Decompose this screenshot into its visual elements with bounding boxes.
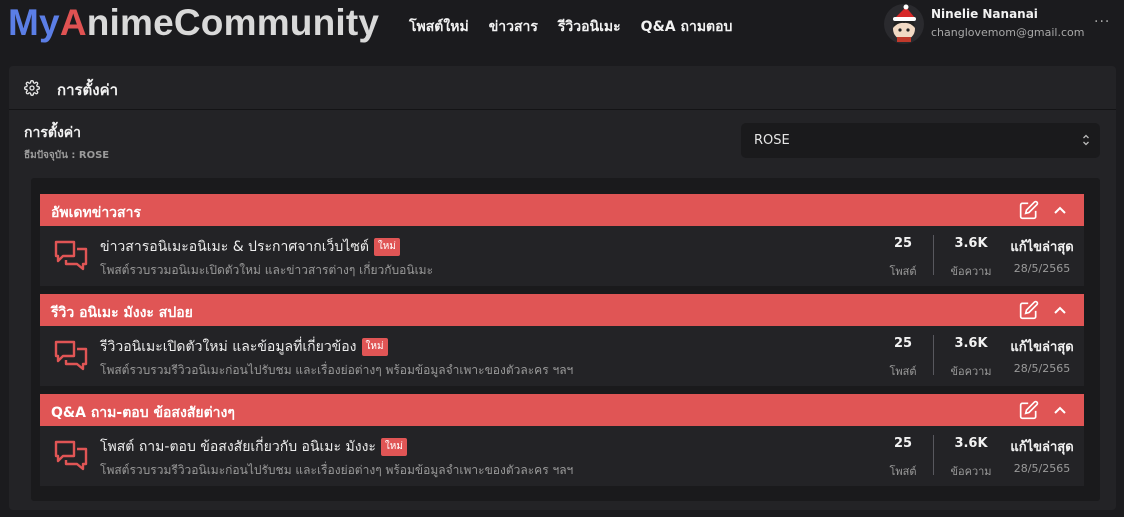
stats-divider bbox=[933, 335, 934, 375]
forum-description: โพสต์รวบรวมรีวิวอนิเมะก่อนไปรับชม และเรื… bbox=[100, 463, 574, 477]
post-count: 25 bbox=[893, 336, 913, 351]
stats-divider bbox=[933, 435, 934, 475]
edit-icon[interactable] bbox=[1019, 400, 1039, 420]
category-title: อัพเดทข่าวสาร bbox=[51, 205, 141, 221]
message-count-label: ข้อความ bbox=[950, 365, 992, 378]
post-count-label: โพสต์ bbox=[889, 265, 917, 278]
message-count-label: ข้อความ bbox=[950, 465, 992, 478]
last-edited-date: 28/5/2565 bbox=[1013, 362, 1071, 375]
chevron-up-icon[interactable] bbox=[1053, 303, 1067, 317]
category-header-news[interactable]: อัพเดทข่าวสาร bbox=[40, 194, 1084, 226]
nav-new-posts[interactable]: โพสต์ใหม่ bbox=[409, 16, 469, 38]
message-count-label: ข้อความ bbox=[950, 265, 992, 278]
chevron-up-icon[interactable] bbox=[1053, 203, 1067, 217]
page-title: การตั้งค่า bbox=[57, 81, 119, 99]
user-name: Ninelie Nananai bbox=[931, 7, 1038, 21]
edit-icon[interactable] bbox=[1019, 200, 1039, 220]
theme-select-value: ROSE bbox=[754, 133, 790, 148]
category-header-qa[interactable]: Q&A ถาม-ตอบ ข้อสงสัยต่างๆ bbox=[40, 394, 1084, 426]
nav-anime-review[interactable]: รีวิวอนิเมะ bbox=[558, 16, 621, 38]
stats-divider bbox=[933, 235, 934, 275]
nav-news[interactable]: ข่าวสาร bbox=[489, 16, 538, 38]
last-edited-date: 28/5/2565 bbox=[1013, 462, 1071, 475]
gear-icon bbox=[24, 80, 40, 96]
forum-row[interactable]: รีวิวอนิเมะเปิดตัวใหม่ และข้อมูลที่เกี่ย… bbox=[40, 326, 1084, 386]
select-arrows-icon bbox=[1083, 134, 1089, 146]
forum-title[interactable]: รีวิวอนิเมะเปิดตัวใหม่ และข้อมูลที่เกี่ย… bbox=[100, 336, 388, 358]
last-edited-label: แก้ไขล่าสุด bbox=[1010, 440, 1074, 455]
forum-title[interactable]: ข่าวสารอนิเมะอนิเมะ & ประกาศจากเว็บไซต์ใ… bbox=[100, 236, 400, 258]
post-count-label: โพสต์ bbox=[889, 465, 917, 478]
post-count: 25 bbox=[893, 236, 913, 251]
message-count: 3.6K bbox=[954, 336, 988, 351]
message-count: 3.6K bbox=[954, 236, 988, 251]
forum-description: โพสต์รวบรวมอนิเมะเปิดตัวใหม่ และข่าวสารต… bbox=[100, 263, 434, 277]
last-edited-label: แก้ไขล่าสุด bbox=[1010, 340, 1074, 355]
category-title: รีวิว อนิเมะ มังงะ สปอย bbox=[51, 305, 193, 321]
settings-card-header: การตั้งค่า bbox=[9, 66, 1116, 110]
site-logo[interactable]: MyAnimeCommunity bbox=[8, 2, 379, 44]
theme-select[interactable]: ROSE bbox=[741, 123, 1100, 158]
chat-bubbles-icon bbox=[54, 440, 88, 471]
category-title: Q&A ถาม-ตอบ ข้อสงสัยต่างๆ bbox=[51, 405, 235, 421]
new-badge: ใหม่ bbox=[373, 238, 400, 256]
forum-row[interactable]: โพสต์ ถาม-ตอบ ข้อสงสัยเกี่ยวกับ อนิเมะ ม… bbox=[40, 426, 1084, 486]
theme-setting-label: การตั้งค่า bbox=[24, 125, 82, 141]
post-count: 25 bbox=[893, 436, 913, 451]
post-count-label: โพสต์ bbox=[889, 365, 917, 378]
current-theme-text: ธีมปัจจุบัน : ROSE bbox=[24, 150, 110, 161]
new-badge: ใหม่ bbox=[361, 338, 388, 356]
forum-title[interactable]: โพสต์ ถาม-ตอบ ข้อสงสัยเกี่ยวกับ อนิเมะ ม… bbox=[100, 436, 407, 458]
category-header-review[interactable]: รีวิว อนิเมะ มังงะ สปอย bbox=[40, 294, 1084, 326]
avatar[interactable] bbox=[884, 4, 924, 44]
forum-row[interactable]: ข่าวสารอนิเมะอนิเมะ & ประกาศจากเว็บไซต์ใ… bbox=[40, 226, 1084, 286]
chat-bubbles-icon bbox=[54, 340, 88, 371]
user-menu[interactable]: Ninelie Nananai changlovemom@gmail.com ·… bbox=[884, 4, 1124, 46]
chevron-up-icon[interactable] bbox=[1053, 403, 1067, 417]
message-count: 3.6K bbox=[954, 436, 988, 451]
chat-bubbles-icon bbox=[54, 240, 88, 271]
user-email: changlovemom@gmail.com bbox=[931, 26, 1085, 39]
last-edited-date: 28/5/2565 bbox=[1013, 262, 1071, 275]
edit-icon[interactable] bbox=[1019, 300, 1039, 320]
nav-qa[interactable]: Q&A ถามตอบ bbox=[641, 16, 733, 38]
main-nav: โพสต์ใหม่ ข่าวสาร รีวิวอนิเมะ Q&A ถามตอบ bbox=[409, 16, 732, 38]
new-badge: ใหม่ bbox=[380, 438, 407, 456]
forum-list: อัพเดทข่าวสาร ข่าวสารอนิเมะอนิเมะ & ประก… bbox=[31, 178, 1100, 501]
last-edited-label: แก้ไขล่าสุด bbox=[1010, 240, 1074, 255]
more-options-icon[interactable]: ··· bbox=[1094, 14, 1110, 30]
top-bar: MyAnimeCommunity โพสต์ใหม่ ข่าวสาร รีวิว… bbox=[0, 0, 1124, 50]
forum-description: โพสต์รวบรวมรีวิวอนิเมะก่อนไปรับชม และเรื… bbox=[100, 363, 574, 377]
settings-card: การตั้งค่า การตั้งค่า ธีมปัจจุบัน : ROSE… bbox=[9, 66, 1116, 510]
